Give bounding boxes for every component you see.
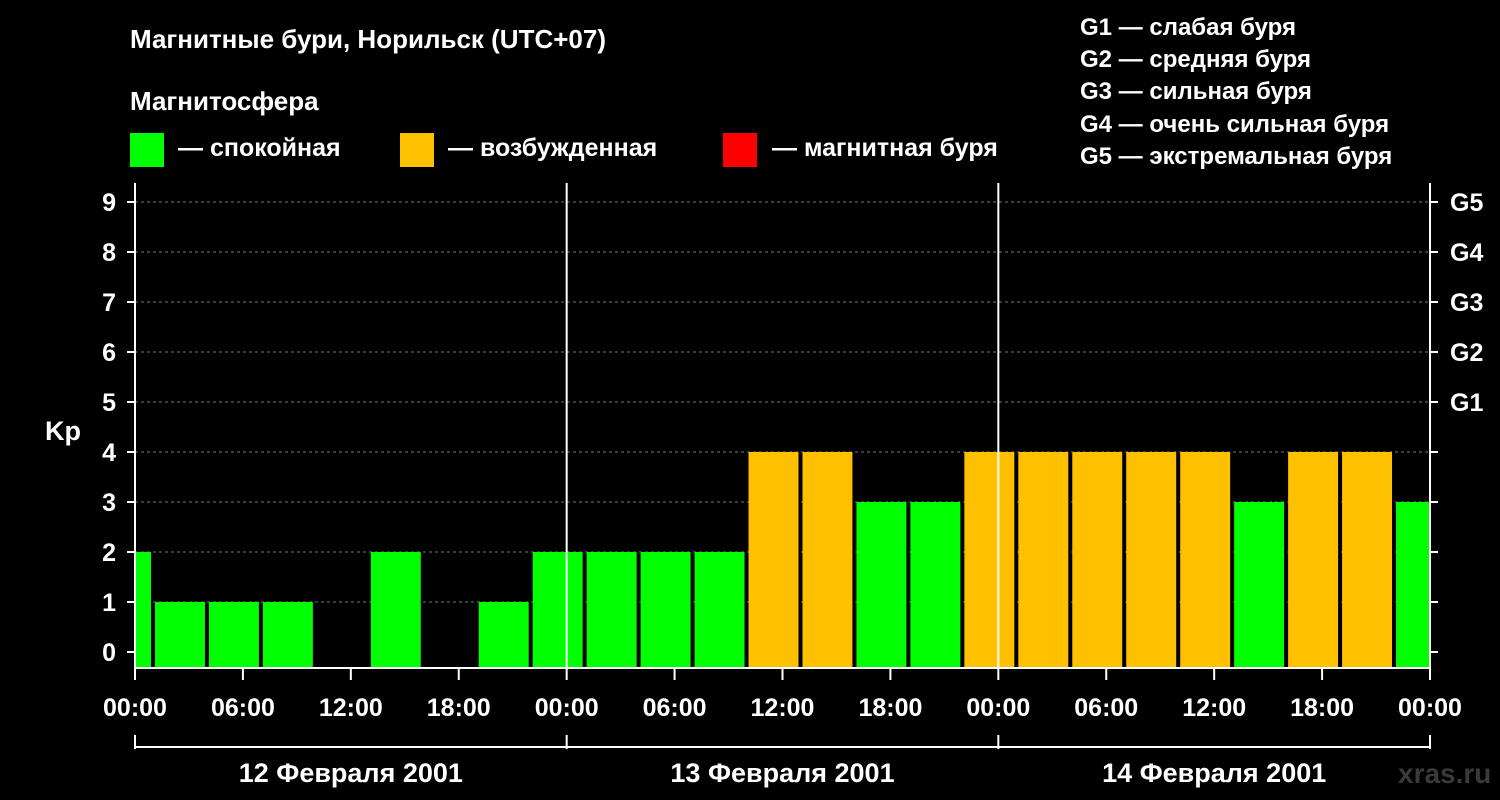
x-tick-label: 00:00 <box>103 694 167 722</box>
kp-bar <box>1018 452 1069 668</box>
y-tick-label: 3 <box>102 489 116 517</box>
kp-bar <box>1342 452 1393 668</box>
kp-bar <box>154 602 205 668</box>
x-tick-label: 06:00 <box>643 694 707 722</box>
y-tick-label: 6 <box>102 339 116 367</box>
kp-bar <box>1234 502 1285 668</box>
kp-bar <box>910 502 961 668</box>
kp-bar <box>640 552 691 668</box>
x-tick-label: 12:00 <box>751 694 815 722</box>
x-tick-label: 18:00 <box>858 694 922 722</box>
y-tick-label: 9 <box>102 189 116 217</box>
kp-bar <box>532 552 583 668</box>
kp-bar <box>478 602 529 668</box>
storm-level-tick-label: G1 <box>1450 389 1483 417</box>
kp-bar <box>370 552 421 668</box>
kp-bar-chart: 0 1 2 3 4 5 6 7 8 9 G1 G2 G3 G4 G5 Kp 00:00 06:00 12:00 18:… <box>45 183 1483 788</box>
storm-level-tick-label: G4 <box>1450 239 1483 267</box>
x-tick-label: 00:00 <box>1398 694 1462 722</box>
y-tick-label: 4 <box>102 439 116 467</box>
storm-level-tick-label: G2 <box>1450 339 1483 367</box>
x-tick-label: 00:00 <box>535 694 599 722</box>
x-tick-label: 06:00 <box>1074 694 1138 722</box>
kp-bar <box>856 502 907 668</box>
y-tick-label: 7 <box>102 289 116 317</box>
x-tick-label: 18:00 <box>427 694 491 722</box>
kp-bar <box>1072 452 1123 668</box>
kp-bar <box>1288 452 1339 668</box>
x-tick-label: 06:00 <box>211 694 275 722</box>
kp-bar <box>964 452 1015 668</box>
kp-bar <box>208 602 259 668</box>
kp-bar <box>262 602 313 668</box>
kp-bar <box>694 552 745 668</box>
x-tick-label: 18:00 <box>1290 694 1354 722</box>
y-tick-label: 0 <box>102 639 116 667</box>
day-label: 13 Февраля 2001 <box>670 758 894 788</box>
kp-bar <box>1126 452 1177 668</box>
x-tick-label: 00:00 <box>966 694 1030 722</box>
day-label: 14 Февраля 2001 <box>1102 758 1326 788</box>
y-tick-label: 8 <box>102 239 116 267</box>
storm-level-tick-label: G5 <box>1450 189 1483 217</box>
day-label: 12 Февраля 2001 <box>239 758 463 788</box>
x-tick-label: 12:00 <box>1182 694 1246 722</box>
kp-bar <box>802 452 853 668</box>
kp-bar <box>1396 502 1429 668</box>
kp-bar <box>586 552 637 668</box>
y-tick-label: 1 <box>102 589 116 617</box>
kp-bar <box>748 452 799 668</box>
kp-bar <box>136 552 151 668</box>
kp-bar <box>1180 452 1231 668</box>
storm-level-tick-label: G3 <box>1450 289 1483 317</box>
watermark: xras.ru <box>1398 758 1492 789</box>
y-axis-label: Kp <box>45 416 81 446</box>
y-tick-label: 5 <box>102 389 116 417</box>
y-tick-label: 2 <box>102 539 116 567</box>
x-tick-label: 12:00 <box>319 694 383 722</box>
